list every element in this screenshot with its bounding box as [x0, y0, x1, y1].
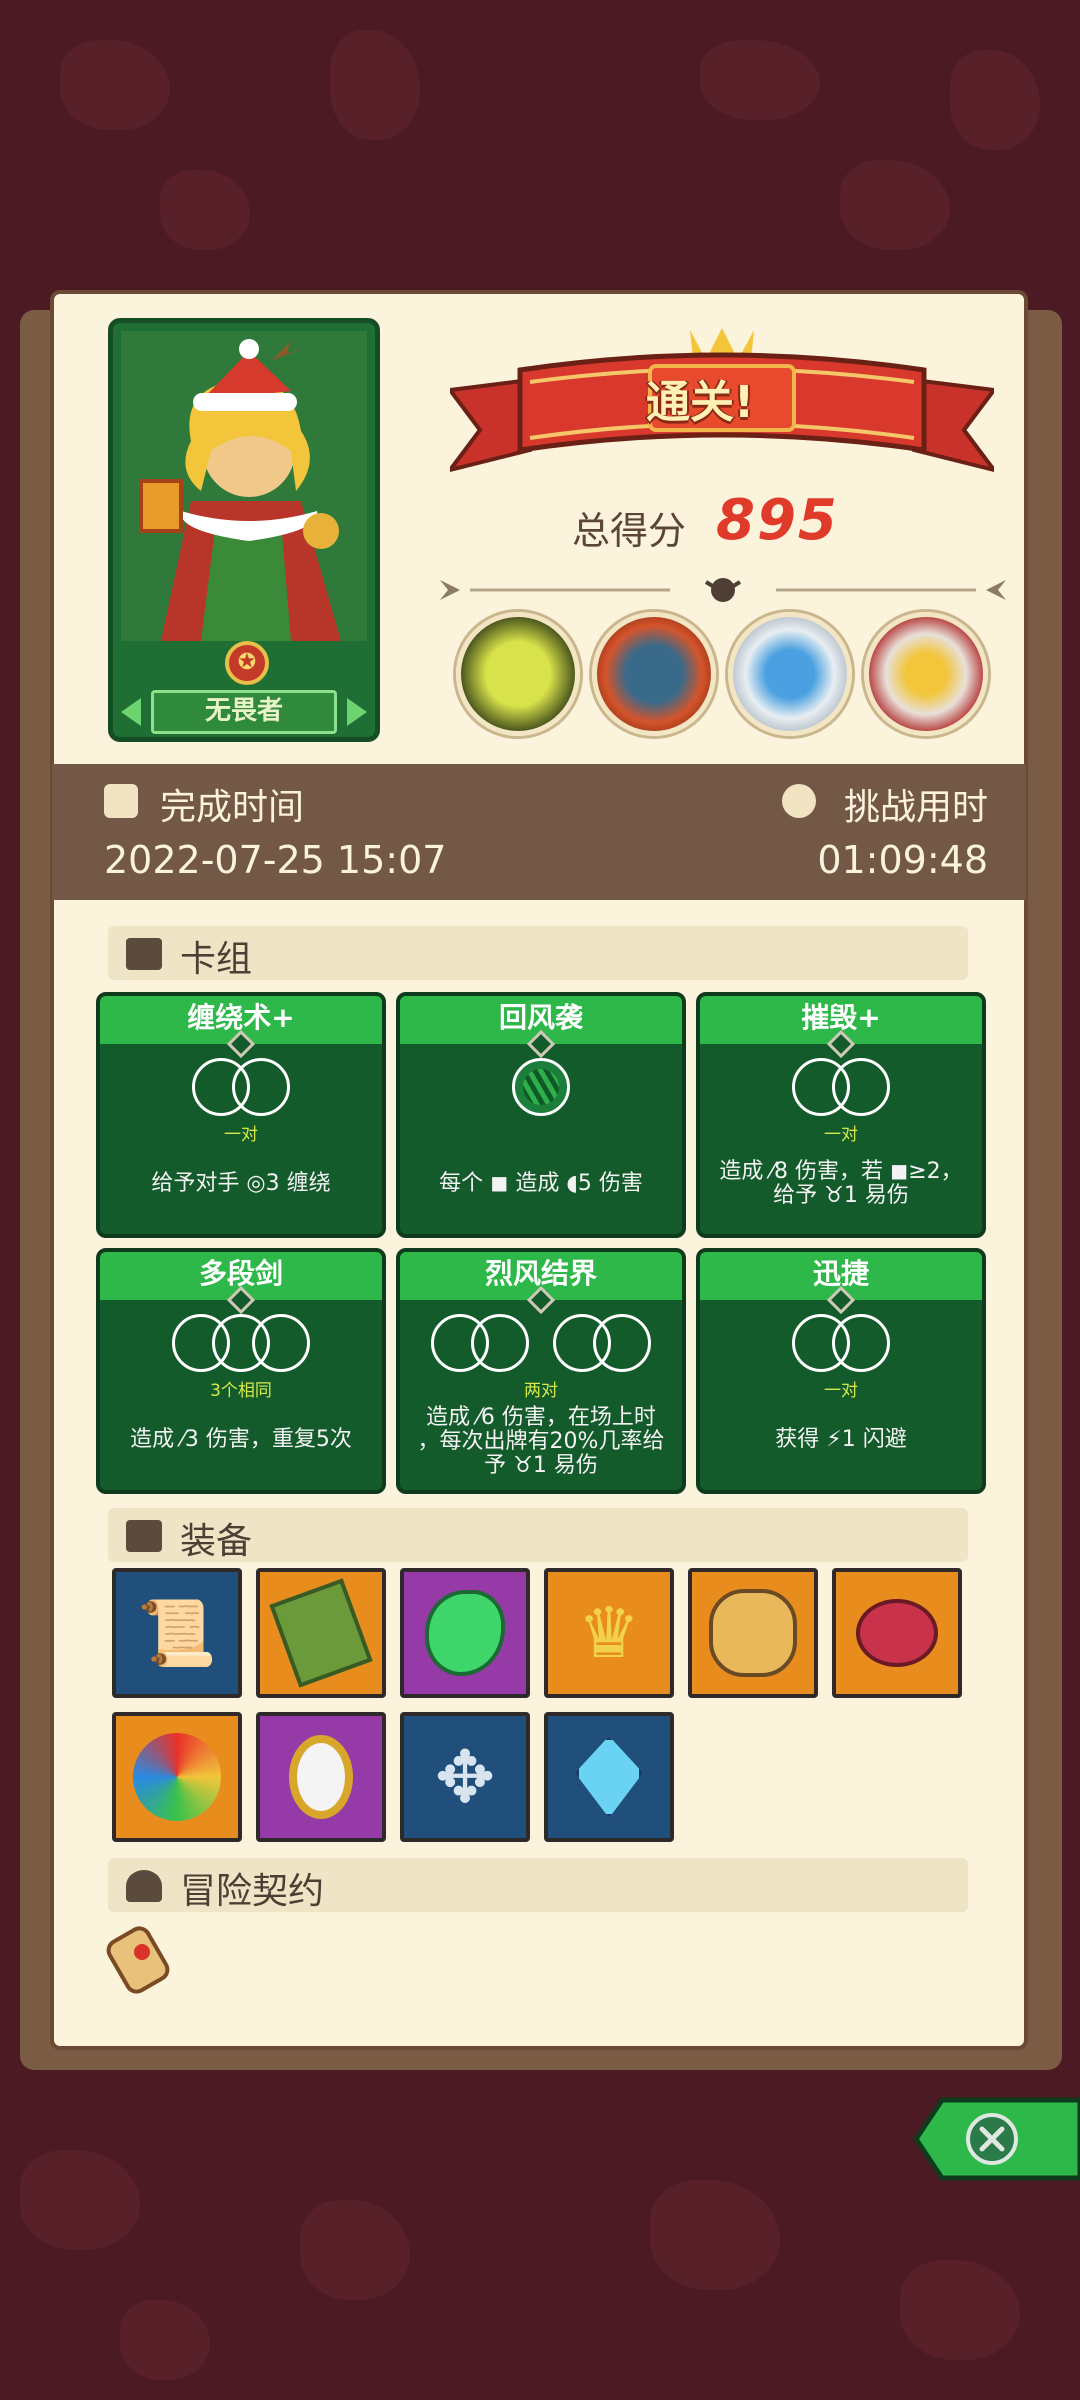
prev-hero-arrow-icon[interactable] — [121, 698, 141, 726]
hero-name-bar: 无畏者 — [113, 689, 375, 735]
rainbow-swirl-icon[interactable] — [112, 1712, 242, 1842]
next-hero-arrow-icon[interactable] — [347, 698, 367, 726]
gold-mirror-icon[interactable] — [256, 1712, 386, 1842]
orc-warrior-boss-icon[interactable] — [592, 612, 716, 736]
treasure-sack-icon[interactable] — [688, 1568, 818, 1698]
ham-leg-icon[interactable] — [832, 1568, 962, 1698]
dice-slots — [400, 1058, 682, 1124]
duration-value: 01:09:48 — [817, 838, 988, 882]
card-description: 获得 ⚡1 闪避 — [775, 1427, 907, 1452]
equipment-section-title: 装备 — [180, 1521, 253, 1562]
box-icon — [126, 1520, 162, 1552]
finish-time-value: 2022-07-25 15:07 — [104, 838, 447, 882]
skill-card[interactable]: 迅捷 一对 获得 ⚡1 闪避 — [696, 1248, 986, 1494]
card-requirement: 3个相同 — [210, 1381, 272, 1401]
card-requirement: 一对 — [824, 1381, 858, 1401]
contract-section-header: 冒险契约 — [108, 1858, 968, 1912]
green-leaf-gem-icon[interactable] — [400, 1568, 530, 1698]
hero-card[interactable]: ✪ 无畏者 — [108, 318, 380, 742]
card-requirement: 两对 — [524, 1381, 558, 1401]
hero-name: 无畏者 — [151, 690, 337, 734]
card-requirement: 一对 — [224, 1125, 258, 1145]
contract-section-title: 冒险契约 — [180, 1871, 325, 1912]
skill-card[interactable]: 摧毁+ 一对 造成 ⁄8 伤害，若 ◼≥2， 给予 ♉1 易伤 — [696, 992, 986, 1238]
boss-divider — [440, 578, 1006, 602]
dice-slots — [700, 1058, 982, 1124]
stopwatch-icon — [782, 784, 816, 818]
hero-portrait-art — [121, 331, 367, 641]
hero-emblem-icon: ✪ — [225, 641, 269, 685]
hero-portrait — [121, 331, 367, 641]
total-score-value: 895 — [716, 488, 839, 553]
close-button[interactable] — [912, 2094, 1080, 2184]
silver-emblem-icon[interactable]: ✥ — [400, 1712, 530, 1842]
finish-time-label: 完成时间 — [160, 787, 305, 828]
victory-title: 通关! — [645, 377, 755, 428]
duration-label: 挑战用时 — [843, 787, 988, 828]
dice-slots — [100, 1314, 382, 1380]
card-description: 造成 ⁄8 伤害，若 ◼≥2， 给予 ♉1 易伤 — [719, 1159, 963, 1208]
scroll-snowflake-icon[interactable]: 📜 — [112, 1568, 242, 1698]
dice-slots — [400, 1314, 682, 1380]
dice-slots — [700, 1314, 982, 1380]
dice-slots — [100, 1058, 382, 1124]
skeleton-dragon-boss-icon[interactable] — [456, 612, 580, 736]
gold-crown-icon[interactable]: ♛ — [544, 1568, 674, 1698]
skill-card[interactable]: 回风袭 每个 ◼ 造成 ◖5 伤害 — [396, 992, 686, 1238]
card-description: 每个 ◼ 造成 ◖5 伤害 — [439, 1171, 643, 1196]
card-description: 给予对手 ◎3 缠绕 — [151, 1171, 331, 1196]
moss-book-icon[interactable] — [256, 1568, 386, 1698]
cards-icon — [126, 938, 162, 970]
card-description: 造成 ⁄6 伤害，在场上时 ，每次出牌有20%几率给予 ♉1 易伤 — [417, 1405, 665, 1478]
equipment-section-header: 装备 — [108, 1508, 968, 1562]
card-requirement: 一对 — [824, 1125, 858, 1145]
bone-king-boss-icon[interactable] — [864, 612, 988, 736]
person-icon — [126, 1870, 162, 1902]
skill-card[interactable]: 缠绕术+ 一对 给予对手 ◎3 缠绕 — [96, 992, 386, 1238]
blue-crystal-icon[interactable] — [544, 1712, 674, 1842]
contract-scroll-icon[interactable] — [102, 1922, 174, 1998]
card-description: 造成 ⁄3 伤害，重复5次 — [130, 1427, 352, 1452]
skill-card[interactable]: 多段剑 3个相同 造成 ⁄3 伤害，重复5次 — [96, 1248, 386, 1494]
skill-card[interactable]: 烈风结界 两对 造成 ⁄6 伤害，在场上时 ，每次出牌有20%几率给予 ♉1 易伤 — [396, 1248, 686, 1494]
total-score-label: 总得分 — [572, 509, 687, 553]
deck-section-header: 卡组 — [108, 926, 968, 980]
yeti-boss-icon[interactable] — [728, 612, 852, 736]
calendar-icon — [104, 784, 138, 818]
time-band: 完成时间 2022-07-25 15:07 挑战用时 01:09:48 — [52, 764, 1026, 900]
deck-section-title: 卡组 — [180, 939, 253, 980]
